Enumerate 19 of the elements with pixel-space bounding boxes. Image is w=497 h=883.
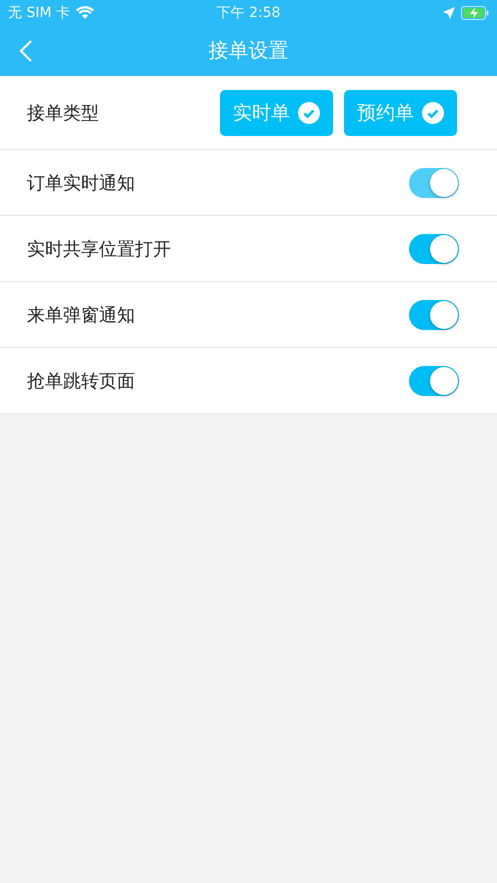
toggle-switch[interactable] xyxy=(409,366,459,396)
battery-icon xyxy=(461,6,489,20)
status-time: 下午 2:58 xyxy=(216,4,280,22)
setting-label: 抢单跳转页面 xyxy=(27,370,135,392)
wifi-icon xyxy=(76,6,94,19)
setting-label: 订单实时通知 xyxy=(27,172,135,194)
setting-label: 实时共享位置打开 xyxy=(27,238,171,260)
order-type-button[interactable]: 预约单 xyxy=(344,90,457,136)
page-title: 接单设置 xyxy=(208,37,288,64)
toggle-switch[interactable] xyxy=(409,300,459,330)
setting-label: 来单弹窗通知 xyxy=(27,304,135,326)
location-icon xyxy=(443,6,455,18)
toggle-switch[interactable] xyxy=(409,234,459,264)
check-icon xyxy=(422,102,444,124)
order-type-button[interactable]: 实时单 xyxy=(220,90,333,136)
setting-label: 接单类型 xyxy=(27,102,99,124)
carrier-text: 无 SIM 卡 xyxy=(8,4,70,22)
back-button[interactable] xyxy=(18,38,34,62)
check-icon xyxy=(298,102,320,124)
